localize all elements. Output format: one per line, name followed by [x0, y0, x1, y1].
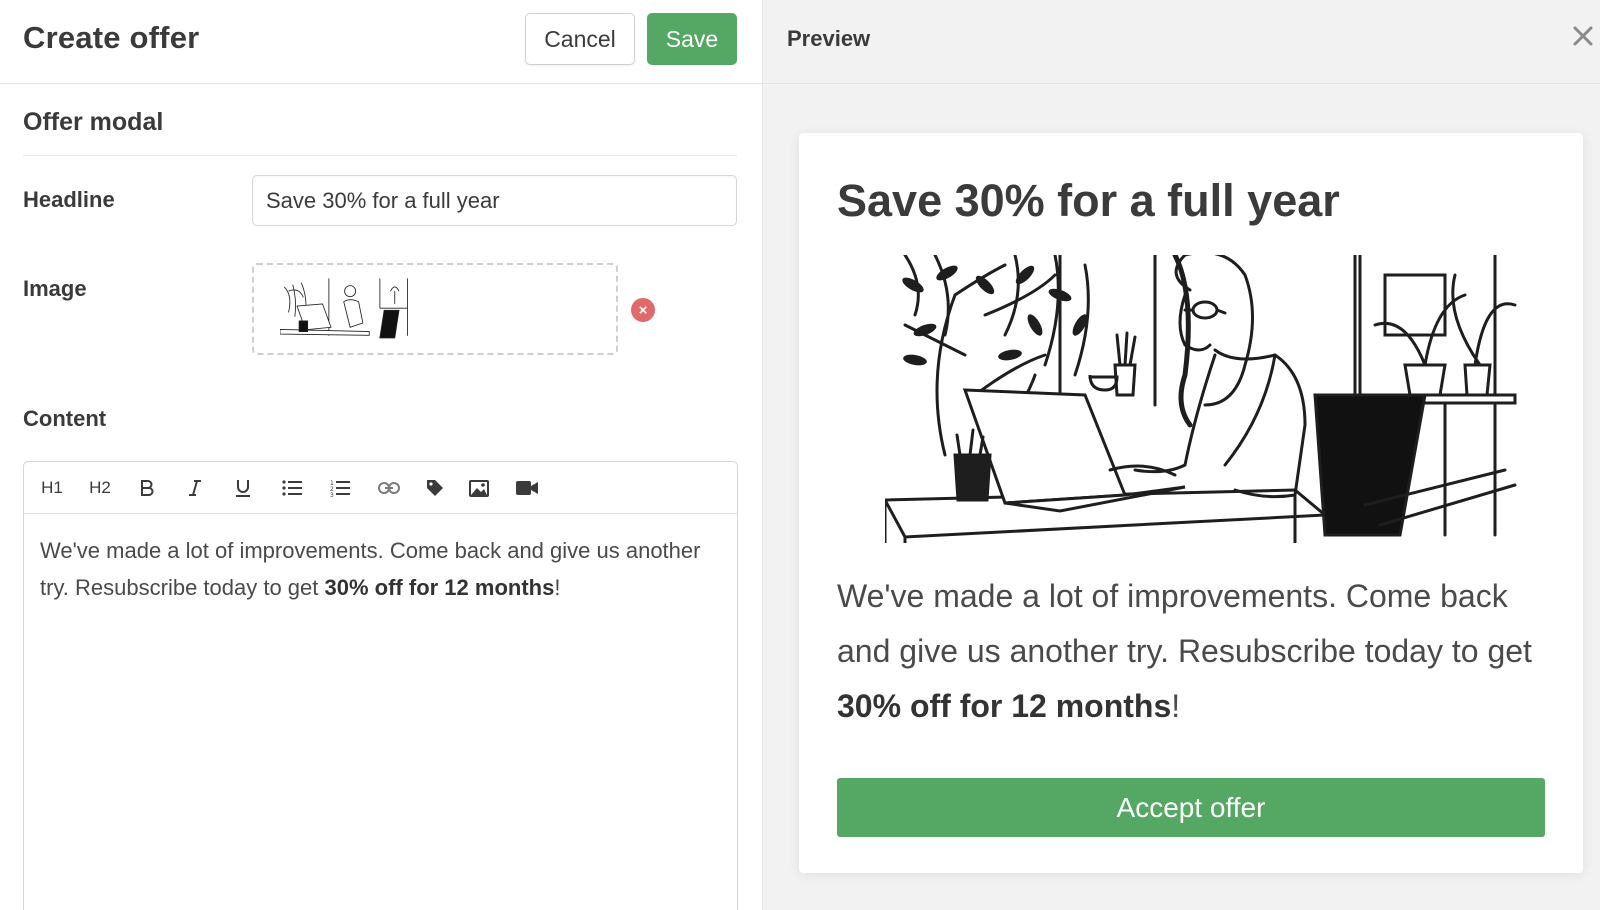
italic-icon[interactable]: [184, 476, 206, 500]
remove-image-button[interactable]: ×: [631, 298, 655, 322]
preview-title: Preview: [787, 26, 871, 51]
offer-modal-preview: Save 30% for a full year We've made a lo…: [799, 133, 1583, 873]
section-title: Offer modal: [23, 108, 164, 136]
video-icon[interactable]: [514, 476, 540, 500]
svg-text:3: 3: [330, 492, 334, 497]
bullet-list-icon[interactable]: [280, 476, 304, 500]
close-icon: ×: [638, 301, 648, 319]
modal-body-end: !: [1171, 688, 1181, 724]
image-label: Image: [23, 276, 87, 301]
content-text-end: !: [554, 575, 561, 600]
content-text[interactable]: We've made a lot of improvements. Come b…: [40, 532, 730, 606]
page-title: Create offer: [23, 20, 200, 55]
tag-icon[interactable]: [424, 476, 446, 500]
bold-icon[interactable]: [136, 476, 158, 500]
cancel-button[interactable]: Cancel: [525, 13, 635, 65]
headline-label: Headline: [23, 187, 115, 212]
modal-headline: Save 30% for a full year: [837, 175, 1340, 226]
rich-text-editor[interactable]: H1 H2 123 We've made a lot of improvemen…: [23, 461, 738, 910]
preview-header: Preview: [763, 0, 1600, 84]
modal-body-bold: 30% off for 12 months: [837, 688, 1172, 724]
editor-header: Create offer Cancel Save: [0, 0, 762, 84]
content-label: Content: [23, 406, 107, 431]
image-dropzone[interactable]: [252, 263, 618, 355]
modal-body-regular: We've made a lot of improvements. Come b…: [837, 578, 1532, 669]
headline-input[interactable]: [252, 175, 737, 226]
image-thumbnail: [280, 278, 408, 339]
modal-body-text: We've made a lot of improvements. Come b…: [837, 569, 1537, 734]
underline-icon[interactable]: [232, 476, 254, 500]
offer-illustration: [885, 255, 1525, 543]
section-divider: [23, 155, 737, 156]
offer-editor-app: Create offer Cancel Save Offer modal Hea…: [0, 0, 1600, 910]
numbered-list-icon[interactable]: 123: [328, 476, 352, 500]
heading1-button[interactable]: H1: [39, 476, 65, 500]
preview-panel: Preview Save 30% for a full year We've m…: [762, 0, 1600, 910]
content-text-bold: 30% off for 12 months: [324, 575, 555, 600]
editor-toolbar: H1 H2 123: [24, 462, 737, 514]
editor-panel: Create offer Cancel Save Offer modal Hea…: [0, 0, 762, 910]
link-icon[interactable]: [376, 476, 402, 500]
close-icon[interactable]: [1569, 22, 1597, 50]
accept-offer-button[interactable]: Accept offer: [837, 778, 1545, 837]
save-button[interactable]: Save: [647, 13, 737, 65]
image-icon[interactable]: [467, 476, 491, 500]
heading2-button[interactable]: H2: [86, 476, 114, 500]
